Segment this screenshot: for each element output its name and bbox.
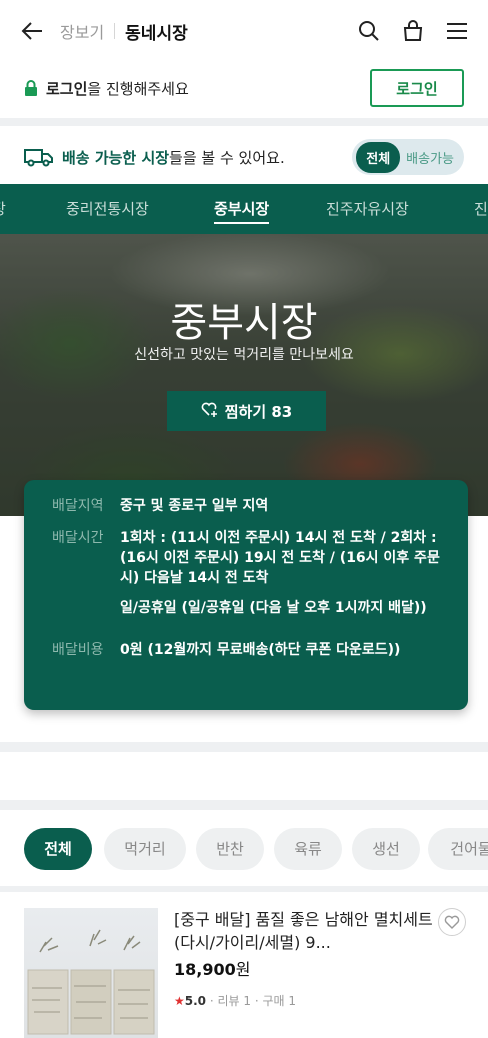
star-icon: ★: [174, 994, 185, 1008]
market-tab-bar: 장 중리전통시장 중부시장 진주자유시장 진: [0, 184, 488, 234]
hero-overlay: [0, 234, 488, 516]
section-divider: [0, 118, 488, 126]
tab-jungbu-market[interactable]: 중부시장: [214, 184, 270, 234]
delivery-truck-icon: [24, 147, 54, 167]
category-chip-sidedish[interactable]: 반찬: [196, 828, 264, 870]
like-label: 찜하기 83: [224, 402, 293, 421]
login-message: 로그인을 진행해주세요: [46, 79, 189, 98]
lock-icon: [24, 80, 38, 96]
section-divider: [0, 886, 488, 892]
category-chip-meat[interactable]: 육류: [274, 828, 342, 870]
breadcrumb-divider: [114, 23, 116, 39]
product-thumbnail[interactable]: [24, 908, 158, 1038]
tab-jungri-market[interactable]: 중리전통시장: [66, 184, 149, 234]
search-icon[interactable]: [356, 18, 382, 44]
info-row-fee: 배달비용 0원 (12월까지 무료배송(하단 쿠폰 다운로드)): [52, 642, 401, 658]
tab-market-next[interactable]: 진: [474, 184, 488, 234]
tab-jinju-market[interactable]: 진주자유시장: [326, 184, 409, 234]
toggle-option-all[interactable]: 전체: [356, 141, 401, 173]
delivery-notice: 배송 가능한 시장들을 볼 수 있어요.: [62, 148, 285, 167]
delivery-toggle[interactable]: 전체 배송가능: [352, 139, 464, 175]
info-row-area: 배달지역 중구 및 종로구 일부 지역: [52, 498, 269, 514]
back-arrow-icon[interactable]: [18, 17, 46, 45]
wishlist-heart-icon[interactable]: [438, 908, 466, 936]
breadcrumb-parent[interactable]: 장보기: [60, 19, 104, 43]
hamburger-menu-icon[interactable]: [444, 18, 470, 44]
category-chip-fish[interactable]: 생선: [352, 828, 420, 870]
info-row-time: 배달시간 1회차 : (11시 이전 주문시) 14시 전 도착 / 2회차 :…: [52, 530, 440, 616]
product-price: 18,900원: [174, 960, 251, 979]
delivery-filter-row: 배송 가능한 시장들을 볼 수 있어요. 전체 배송가능: [0, 134, 488, 180]
market-title: 중부시장: [170, 300, 318, 346]
page-title: 동네시장: [125, 23, 188, 44]
section-divider: [0, 800, 488, 810]
category-chip-dried[interactable]: 건어물: [428, 828, 488, 870]
toggle-option-deliverable[interactable]: 배송가능: [406, 148, 454, 167]
market-subtitle: 신선하고 맛있는 먹거리를 만나보세요: [134, 347, 354, 363]
heart-plus-icon: [201, 401, 219, 421]
login-prompt: 로그인을 진행해주세요 로그인: [0, 66, 488, 110]
shopping-bag-icon[interactable]: [400, 18, 426, 44]
product-meta: ★5.0 · 리뷰 1 · 구매 1: [174, 994, 296, 1008]
category-chip-all[interactable]: 전체: [24, 828, 92, 870]
category-filter: 전체 먹거리 반찬 육류 생선 건어물: [0, 828, 488, 872]
top-header: 장보기 동네시장: [0, 0, 488, 62]
tab-market-prev[interactable]: 장: [0, 184, 6, 234]
like-button[interactable]: 찜하기 83: [167, 391, 326, 431]
market-hero-banner: 중부시장 신선하고 맛있는 먹거리를 만나보세요 찜하기 83: [0, 234, 488, 516]
category-chip-food[interactable]: 먹거리: [104, 828, 186, 870]
delivery-info-card: 배달지역 중구 및 종로구 일부 지역 배달시간 1회차 : (11시 이전 주…: [24, 480, 468, 710]
product-card[interactable]: [중구 배달] 품질 좋은 남해안 멸치세트(다시/가이리/세멸) 9... 1…: [0, 900, 488, 1038]
product-title[interactable]: [중구 배달] 품질 좋은 남해안 멸치세트(다시/가이리/세멸) 9...: [174, 908, 434, 954]
section-divider: [0, 742, 488, 752]
login-button[interactable]: 로그인: [370, 69, 464, 107]
